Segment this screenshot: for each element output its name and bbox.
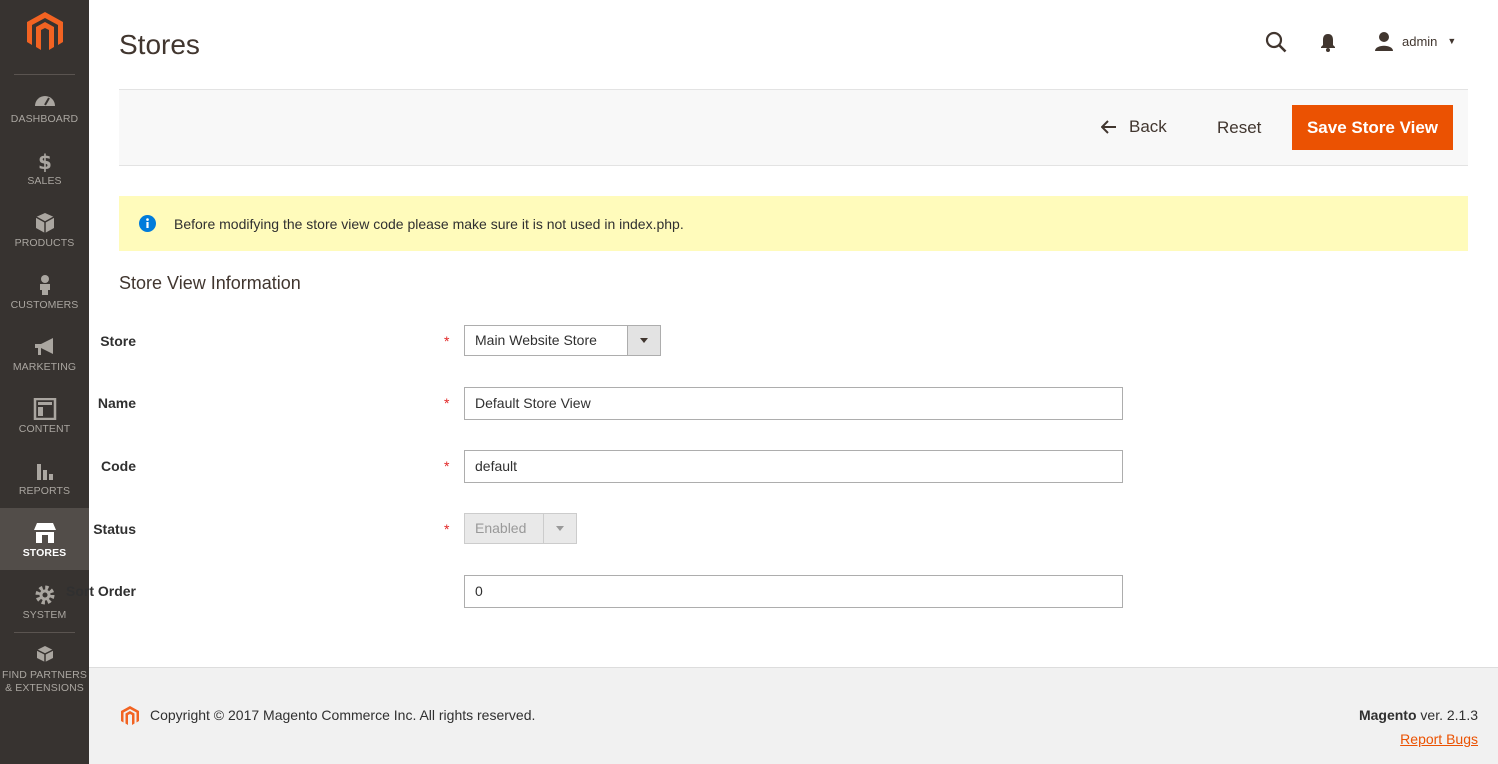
section-title: Store View Information <box>119 273 301 293</box>
magento-logo <box>121 706 139 725</box>
code-input[interactable]: default <box>464 450 1123 483</box>
required-marker: * <box>444 521 450 537</box>
sidebar-item-label: FIND PARTNERS <box>2 669 87 681</box>
store-select-value: Main Website Store <box>475 332 597 348</box>
report-bugs-link[interactable]: Report Bugs <box>1400 731 1478 747</box>
chevron-down-icon <box>543 514 576 543</box>
code-field-row: Code * default <box>0 450 1200 484</box>
sidebar-item-sales[interactable]: $ SALES <box>0 150 89 212</box>
svg-text:$: $ <box>38 150 52 172</box>
name-field-row: Name * Default Store View <box>0 387 1200 421</box>
sidebar-item-label: REPORTS <box>18 485 71 497</box>
required-marker: * <box>444 395 450 411</box>
status-select: Enabled <box>464 513 577 544</box>
sidebar-divider <box>14 632 75 633</box>
sidebar-item-label: SALES <box>27 175 62 187</box>
copyright-text: Copyright © 2017 Magento Commerce Inc. A… <box>150 707 536 723</box>
search-icon[interactable] <box>1265 31 1287 53</box>
admin-user-menu[interactable]: admin ▼ <box>1374 30 1456 52</box>
sidebar-item-label: CUSTOMERS <box>10 299 79 311</box>
sidebar-item-label: SYSTEM <box>22 609 67 621</box>
sidebar-item-label: PRODUCTS <box>14 237 75 249</box>
chevron-down-icon <box>627 326 660 355</box>
save-store-view-button[interactable]: Save Store View <box>1292 105 1453 150</box>
back-button[interactable]: Back <box>1101 117 1167 137</box>
dollar-icon: $ <box>38 150 52 172</box>
name-label: Name <box>97 395 136 411</box>
info-message-text: Before modifying the store view code ple… <box>174 215 684 232</box>
store-label: Store <box>100 333 136 349</box>
arrow-left-icon <box>1101 120 1116 134</box>
box-icon <box>35 213 54 233</box>
back-label: Back <box>1129 117 1167 136</box>
page-footer: Copyright © 2017 Magento Commerce Inc. A… <box>89 667 1498 764</box>
info-icon <box>139 215 156 232</box>
status-field-row: Status * Enabled <box>0 513 1200 547</box>
sidebar-item-label: MARKETING <box>12 361 77 373</box>
status-label: Status <box>93 521 136 537</box>
chevron-down-icon: ▼ <box>1447 36 1457 46</box>
sidebar-item-label: STORES <box>22 547 67 559</box>
notifications-bell-icon[interactable] <box>1320 32 1336 52</box>
sidebar-item-dashboard[interactable]: DASHBOARD <box>0 88 89 150</box>
user-icon <box>1375 32 1393 51</box>
reset-button[interactable]: Reset <box>1217 118 1261 138</box>
required-marker: * <box>444 333 450 349</box>
version-info: Magento ver. 2.1.3 <box>1359 707 1478 723</box>
sidebar-item-label: DASHBOARD <box>10 113 79 125</box>
sidebar-item-products[interactable]: PRODUCTS <box>0 212 89 274</box>
store-field-row: Store * Main Website Store <box>0 325 1200 359</box>
blocks-icon <box>36 646 53 662</box>
admin-sidebar: DASHBOARD $ SALES PRODUCTS CUSTOMERS MAR… <box>0 0 89 764</box>
magento-logo[interactable] <box>27 12 63 52</box>
admin-username: admin <box>1402 33 1438 49</box>
sidebar-item-label: & EXTENSIONS <box>5 682 84 694</box>
store-select[interactable]: Main Website Store <box>464 325 661 356</box>
name-input[interactable]: Default Store View <box>464 387 1123 420</box>
sort-order-label: Sort Order <box>65 583 136 599</box>
version-text: ver. 2.1.3 <box>1416 707 1478 723</box>
person-icon <box>39 275 50 295</box>
code-label: Code <box>101 458 136 474</box>
sort-order-input[interactable]: 0 <box>464 575 1123 608</box>
sort-order-field-row: Sort Order 0 <box>0 575 1200 609</box>
required-marker: * <box>444 458 450 474</box>
logo-divider <box>14 74 75 75</box>
brand-name: Magento <box>1358 707 1417 723</box>
page-actions-bar: Back Reset Save Store View <box>119 89 1468 166</box>
dashboard-icon <box>34 96 55 106</box>
page-title: Stores <box>119 29 200 60</box>
status-select-value: Enabled <box>475 520 527 536</box>
info-message: Before modifying the store view code ple… <box>119 196 1468 251</box>
sidebar-item-label: CONTENT <box>18 423 71 435</box>
sidebar-item-find-partners[interactable]: FIND PARTNERS & EXTENSIONS <box>0 645 89 707</box>
